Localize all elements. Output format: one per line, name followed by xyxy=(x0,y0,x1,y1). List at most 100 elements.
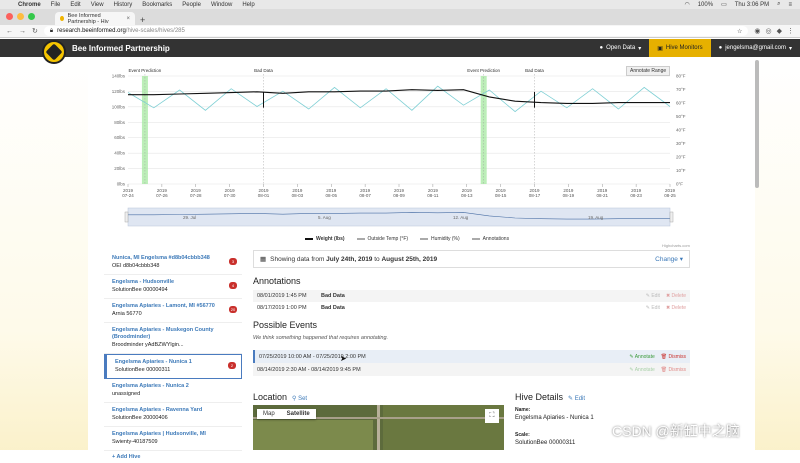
delete-annotation-button[interactable]: ✖ Delete xyxy=(666,293,686,299)
legend-weight[interactable]: Weight (lbs) xyxy=(305,236,345,242)
y-right-tick-label: 10°F xyxy=(676,168,686,173)
zoom-window-icon[interactable] xyxy=(28,13,35,20)
alert-badge: 4 xyxy=(229,282,237,289)
page-scrollbar[interactable] xyxy=(755,60,759,188)
list-item[interactable]: Engelsma Apiaries | Hudsonville, MI Swie… xyxy=(104,427,242,451)
x-tick-label: 08-13 xyxy=(461,193,473,198)
new-tab-icon[interactable]: + xyxy=(140,15,145,25)
mac-menubar: Chrome File Edit View History Bookmarks … xyxy=(0,0,800,9)
forward-icon[interactable]: → xyxy=(19,28,26,35)
dismiss-button[interactable]: 🗑︎ Dismiss xyxy=(661,354,686,360)
chart-credit[interactable]: Highcharts.com xyxy=(662,243,690,248)
location-header: Location ⚲ Set xyxy=(253,392,307,402)
change-range-button[interactable]: Change ▾ xyxy=(655,255,683,263)
set-location-button[interactable]: ⚲ Set xyxy=(292,395,307,402)
search-icon[interactable]: ⌕ xyxy=(777,1,780,8)
map-road xyxy=(377,405,380,450)
edit-hive-button[interactable]: ✎ Edit xyxy=(568,395,585,402)
edit-annotation-button[interactable]: ✎ Edit xyxy=(646,305,660,311)
y-right-tick-label: 60°F xyxy=(676,101,686,106)
legend-humidity[interactable]: Humidity (%) xyxy=(420,236,460,242)
hive-monitors-menu[interactable]: ▣ Hive Monitors xyxy=(649,39,711,57)
table-row[interactable]: 08/14/2019 2:30 AM - 08/14/2019 9:45 PM … xyxy=(253,363,690,376)
browser-tab[interactable]: Bee Informed Partnership - Hiv × xyxy=(55,12,135,25)
hive-chart[interactable]: 140lbs 120lbs 100lbs 80lbs 60lbs 40lbs 20lbs 0l… xyxy=(102,58,696,246)
y-tick-label: 80lbs xyxy=(114,120,126,125)
y-right-tick-label: 20°F xyxy=(676,155,686,160)
satellite-tab[interactable]: Satellite xyxy=(281,409,316,419)
menu-icon[interactable]: ≡ xyxy=(788,2,792,8)
dismiss-button[interactable]: 🗑︎ Dismiss xyxy=(661,367,686,373)
clock[interactable]: Thu 3:06 PM xyxy=(735,2,769,8)
extension-icon[interactable]: ◉ xyxy=(754,27,760,35)
reload-icon[interactable]: ↻ xyxy=(32,27,38,35)
satellite-map[interactable]: Map Satellite ⛶ xyxy=(253,405,504,450)
list-item[interactable]: Engelsma Apiaries - Lamont, MI #56770 Ar… xyxy=(104,299,242,323)
monitor-icon: ▣ xyxy=(657,45,663,52)
x-tick-label: 08-11 xyxy=(427,193,439,198)
list-item[interactable]: Engelsma Apiaries - Muskegon County (Bro… xyxy=(104,323,242,354)
menu-window[interactable]: Window xyxy=(211,2,232,8)
hive-list: Nunica, MI Engelsma #d8b04cbbb348 OEI d8… xyxy=(104,251,242,463)
hive-scale: SolutionBee 20000406 xyxy=(112,415,168,421)
hive-scale: Swienty-40187509 xyxy=(112,439,158,445)
battery-label[interactable]: 100% xyxy=(698,2,713,8)
extension-icon[interactable]: ◆ xyxy=(777,27,782,35)
url-input[interactable]: 🔒︎ research.beeinformed.org/hive-scales/… xyxy=(43,26,749,36)
menu-people[interactable]: People xyxy=(182,2,201,8)
bee-logo[interactable] xyxy=(42,40,66,64)
edit-annotation-button[interactable]: ✎ Edit xyxy=(646,293,660,299)
chart-legend: Weight (lbs) Outside Temp (°F) Humidity … xyxy=(305,236,509,242)
annotate-button[interactable]: ✎ Annotate xyxy=(629,367,654,373)
legend-annotations[interactable]: Annotations xyxy=(471,236,509,242)
annotation-label: Bad Data xyxy=(525,68,544,73)
menu-bookmarks[interactable]: Bookmarks xyxy=(142,2,172,8)
minimize-window-icon[interactable] xyxy=(17,13,24,20)
x-tick-label: 08-01 xyxy=(258,193,270,198)
navigator-label: 12. Aug xyxy=(453,215,469,220)
list-item[interactable]: Engelsma - Hudsonville SolutionBee 00000… xyxy=(104,275,242,299)
menu-help[interactable]: Help xyxy=(242,2,254,8)
list-item[interactable]: Engelsma Apiaries - Ravenna Yard Solutio… xyxy=(104,403,242,427)
extension-icon[interactable]: ◎ xyxy=(766,27,772,35)
extensions: ◉ ◎ ◆ ⋮ xyxy=(754,27,794,35)
back-icon[interactable]: ← xyxy=(6,28,13,35)
annotate-button[interactable]: ✎ Annotate xyxy=(629,354,654,360)
site-navbar: Bee Informed Partnership ● Open Data ▾ ▣… xyxy=(0,39,800,57)
star-icon[interactable]: ☆ xyxy=(737,28,742,35)
menu-view[interactable]: View xyxy=(91,2,104,8)
annotation-label: Event Prediction xyxy=(467,68,500,73)
x-tick-label: 08-09 xyxy=(393,193,405,198)
hive-monitors-label: Hive Monitors xyxy=(665,45,703,51)
menu-history[interactable]: History xyxy=(114,2,133,8)
fullscreen-icon[interactable]: ⛶ xyxy=(485,409,499,423)
table-row: 08/17/2019 1:00 PM Bad Data ✎ Edit ✖ Del… xyxy=(253,302,690,314)
hive-name: Engelsma Apiaries - Nunica 1 xyxy=(115,359,192,365)
brand-title[interactable]: Bee Informed Partnership xyxy=(72,44,170,53)
annotation-date: 08/01/2019 1:45 PM xyxy=(257,293,307,299)
close-tab-icon[interactable]: × xyxy=(126,16,130,22)
list-item[interactable]: Nunica, MI Engelsma #d8b04cbbb348 OEI d8… xyxy=(104,251,242,275)
wifi-icon[interactable]: ◠ xyxy=(684,1,689,8)
alert-badge: 2 xyxy=(228,362,236,369)
x-tick-label: 07-24 xyxy=(122,193,134,198)
list-item[interactable]: Engelsma Apiaries - Nunica 2 unassigned xyxy=(104,379,242,403)
user-menu[interactable]: ● jengelsma@gmail.com ▾ xyxy=(711,39,800,57)
close-window-icon[interactable] xyxy=(6,13,13,20)
table-row[interactable]: 07/25/2019 10:00 AM - 07/25/2019 2:00 PM… xyxy=(253,350,690,363)
menu-edit[interactable]: Edit xyxy=(70,2,80,8)
y-tick-label: 40lbs xyxy=(114,151,126,156)
caret-down-icon: ▾ xyxy=(638,45,642,52)
list-item-selected[interactable]: Engelsma Apiaries - Nunica 1 SolutionBee… xyxy=(104,354,242,379)
add-hive-link[interactable]: + Add Hive xyxy=(104,451,242,463)
menu-file[interactable]: File xyxy=(51,2,61,8)
open-data-menu[interactable]: ● Open Data ▾ xyxy=(592,39,650,57)
battery-icon: ▭ xyxy=(721,2,727,8)
x-tick-label: 08-23 xyxy=(630,193,642,198)
annotate-range-button[interactable]: Annotate Range xyxy=(626,66,671,76)
delete-annotation-button[interactable]: ✖ Delete xyxy=(666,305,686,311)
more-icon[interactable]: ⋮ xyxy=(787,27,794,35)
menu-app[interactable]: Chrome xyxy=(18,2,41,8)
legend-temp[interactable]: Outside Temp (°F) xyxy=(356,236,408,242)
map-tab[interactable]: Map xyxy=(257,409,281,419)
